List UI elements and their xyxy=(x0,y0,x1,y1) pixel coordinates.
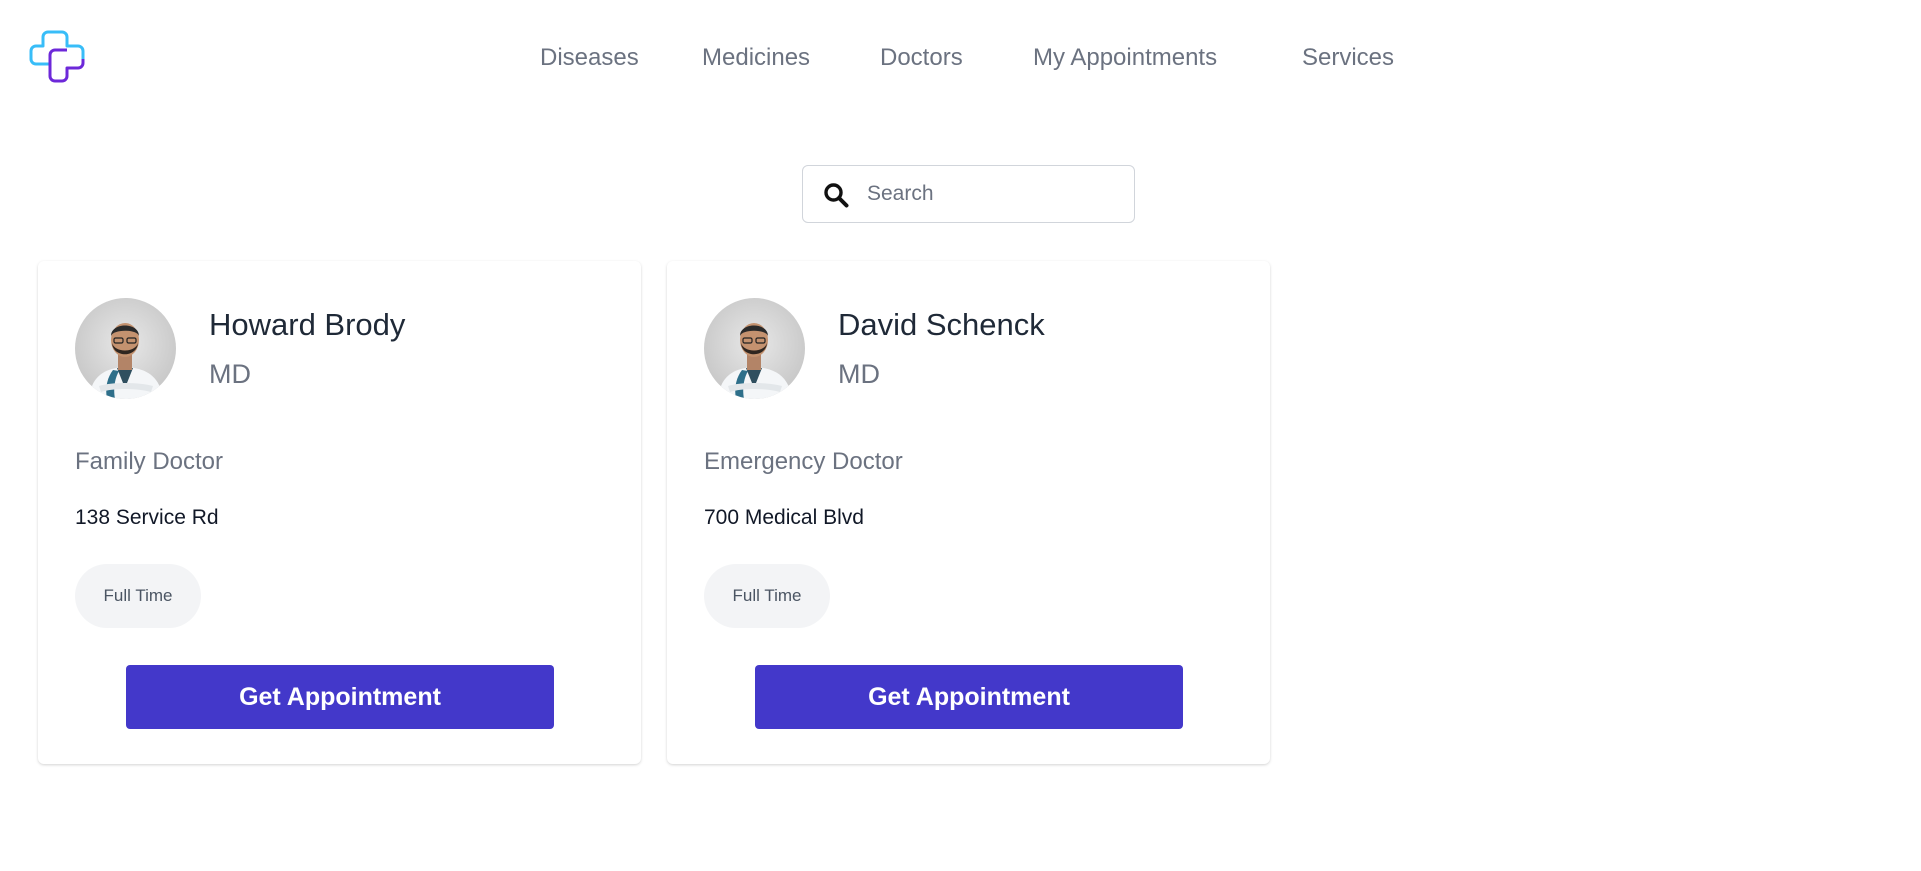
doctor-address: 138 Service Rd xyxy=(75,506,219,529)
get-appointment-button[interactable]: Get Appointment xyxy=(755,665,1183,729)
availability-badge: Full Time xyxy=(704,564,830,628)
search-icon xyxy=(823,182,849,208)
doctor-avatar xyxy=(75,298,176,399)
nav-item-services[interactable]: Services xyxy=(1302,40,1394,76)
get-appointment-button[interactable]: Get Appointment xyxy=(126,665,554,729)
search-box xyxy=(802,165,1135,223)
doctor-name: Howard Brody xyxy=(209,307,406,342)
nav-item-diseases[interactable]: Diseases xyxy=(540,40,639,76)
doctor-avatar xyxy=(704,298,805,399)
doctor-specialty: Emergency Doctor xyxy=(704,448,903,475)
doctor-card: David Schenck MD Emergency Doctor 700 Me… xyxy=(667,261,1270,764)
nav-item-doctors[interactable]: Doctors xyxy=(880,40,963,76)
doctor-degree: MD xyxy=(209,359,251,389)
nav-item-medicines[interactable]: Medicines xyxy=(702,40,810,76)
doctor-specialty: Family Doctor xyxy=(75,448,224,475)
nav-item-my-appointments[interactable]: My Appointments xyxy=(1033,40,1217,76)
search-input[interactable] xyxy=(865,176,1121,212)
main-nav: Diseases Medicines Doctors My Appointmen… xyxy=(0,40,1921,80)
doctor-card: Howard Brody MD Family Doctor 138 Servic… xyxy=(38,261,641,764)
doctor-name: David Schenck xyxy=(838,307,1045,342)
doctor-degree: MD xyxy=(838,359,880,389)
doctor-address: 700 Medical Blvd xyxy=(704,506,864,529)
availability-badge: Full Time xyxy=(75,564,201,628)
